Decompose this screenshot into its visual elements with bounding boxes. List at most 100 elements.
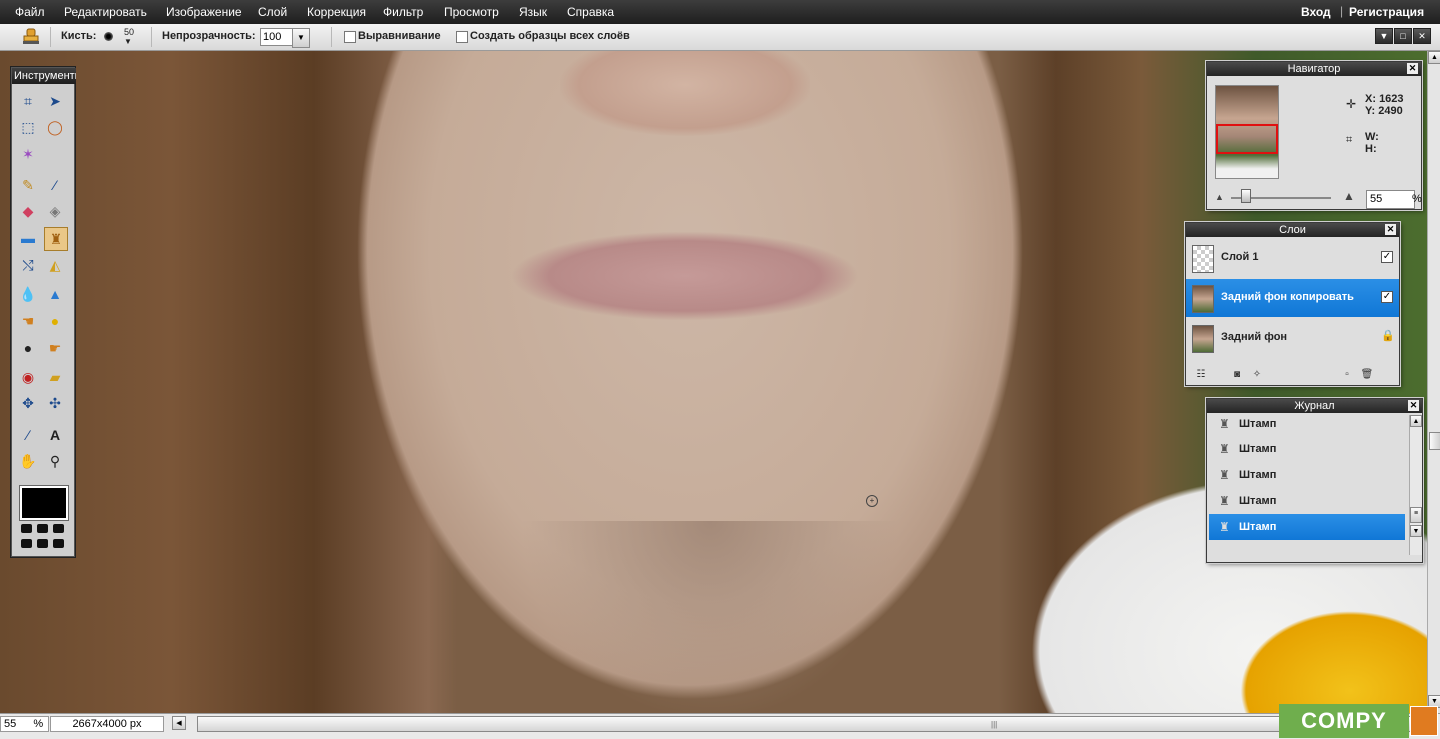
maximize-icon: □: [1400, 31, 1406, 41]
canvas-vertical-scrollbar[interactable]: ▲ ▼: [1427, 51, 1440, 713]
smudge-icon[interactable]: ☚: [17, 310, 39, 332]
sponge-icon[interactable]: ●: [44, 310, 66, 332]
red-eye-icon[interactable]: ◉: [17, 366, 39, 388]
layer-mask-icon[interactable]: ◙: [1230, 369, 1244, 381]
close-icon[interactable]: ✕: [1408, 400, 1419, 411]
brush-preview[interactable]: [104, 32, 113, 41]
clone-stamp-icon[interactable]: ♜: [44, 227, 68, 251]
menu-file[interactable]: Файл: [15, 5, 45, 19]
status-zoom[interactable]: 55 %: [0, 716, 49, 732]
dodge-icon[interactable]: ●: [17, 337, 39, 359]
menu-layer[interactable]: Слой: [258, 5, 287, 19]
history-scrollbar[interactable]: ▲ ≡ ▼: [1409, 415, 1422, 555]
swatch-preset[interactable]: [37, 524, 48, 533]
maximize-button[interactable]: □: [1394, 28, 1412, 44]
scroll-up-button[interactable]: ▲: [1428, 51, 1440, 64]
scroll-down-button[interactable]: ▼: [1410, 525, 1422, 537]
zoom-input[interactable]: 55: [1366, 190, 1415, 209]
spot-heal-icon[interactable]: ▰: [44, 366, 66, 388]
lasso-icon[interactable]: ◯: [44, 116, 66, 138]
magic-wand-icon[interactable]: ✶: [17, 143, 39, 165]
stamp-icon: ♜: [1219, 494, 1230, 508]
layer-row[interactable]: Слой 1 ✓: [1186, 239, 1399, 277]
swatch-preset[interactable]: [53, 539, 64, 548]
layer-thumbnail: [1192, 325, 1214, 353]
history-item[interactable]: ♜ Штамп: [1209, 514, 1405, 540]
bucket-icon[interactable]: ◈: [44, 200, 66, 222]
hand-icon[interactable]: ✋: [17, 450, 39, 472]
align-checkbox[interactable]: [344, 31, 356, 43]
menu-edit[interactable]: Редактировать: [64, 5, 147, 19]
burn-icon[interactable]: ☛: [44, 337, 66, 359]
sharpen-icon[interactable]: ▲: [44, 283, 66, 305]
sample-all-layers-checkbox[interactable]: [456, 31, 468, 43]
align-label: Выравнивание: [358, 30, 441, 42]
swatch-preset[interactable]: [37, 539, 48, 548]
brush-icon[interactable]: ⁄: [44, 174, 66, 196]
login-link[interactable]: Вход: [1301, 5, 1331, 19]
menu-language[interactable]: Язык: [519, 5, 547, 19]
zoom-icon[interactable]: ⚲: [44, 450, 66, 472]
minimize-button[interactable]: ▼: [1375, 28, 1393, 44]
layer-visibility-checkbox[interactable]: ✓: [1381, 291, 1393, 303]
history-item-label: Штамп: [1239, 443, 1277, 455]
canvas-horizontal-scrollbar[interactable]: |||: [197, 716, 1429, 732]
layer-row[interactable]: Задний фон копировать ✓: [1186, 279, 1399, 317]
zoom-unit: %: [1412, 193, 1422, 205]
clone-stamp-icon[interactable]: [20, 27, 42, 47]
status-zoom-value: 55: [4, 718, 17, 730]
menu-view[interactable]: Просмотр: [444, 5, 499, 19]
crop-icon[interactable]: ⌗: [17, 90, 39, 112]
eraser-icon[interactable]: ◆: [17, 200, 39, 222]
bloat-icon[interactable]: ✥: [17, 392, 39, 414]
blur-icon[interactable]: 💧: [17, 283, 39, 305]
scroll-thumb[interactable]: ≡: [1410, 507, 1422, 523]
menu-divider: |: [1340, 4, 1344, 18]
history-item[interactable]: ♜ Штамп: [1209, 488, 1405, 514]
stamp-icon: ♜: [1219, 417, 1230, 431]
close-icon[interactable]: ✕: [1407, 63, 1418, 74]
new-layer-icon[interactable]: ▫: [1340, 369, 1354, 381]
navigator-thumbnail[interactable]: [1215, 85, 1279, 179]
pinch-icon[interactable]: ✣: [44, 392, 66, 414]
chevron-down-icon[interactable]: ▼: [124, 37, 132, 46]
register-link[interactable]: Регистрация: [1349, 5, 1424, 19]
layer-visibility-checkbox[interactable]: ✓: [1381, 251, 1393, 263]
layer-settings-icon[interactable]: ☷: [1194, 369, 1208, 381]
close-icon[interactable]: ✕: [1385, 224, 1396, 235]
scroll-up-button[interactable]: ▲: [1410, 415, 1422, 427]
layer-style-icon[interactable]: ✧: [1250, 369, 1264, 381]
close-button[interactable]: ✕: [1413, 28, 1431, 44]
navigator-viewport-frame[interactable]: [1216, 124, 1278, 154]
color-replace-icon[interactable]: ⤭: [17, 254, 39, 276]
scroll-thumb[interactable]: [1429, 432, 1440, 450]
layer-row[interactable]: Задний фон 🔒: [1186, 319, 1399, 357]
history-item[interactable]: ♜ Штамп: [1209, 436, 1405, 462]
menu-adjustment[interactable]: Коррекция: [307, 5, 366, 19]
marquee-icon[interactable]: ⬚: [17, 116, 39, 138]
scroll-grip-icon[interactable]: |||: [991, 720, 997, 729]
zoom-slider-handle[interactable]: [1241, 189, 1251, 203]
gradient-icon[interactable]: ▬: [17, 227, 39, 249]
swatch-preset[interactable]: [21, 539, 32, 548]
zoom-out-icon[interactable]: ▲: [1215, 192, 1224, 202]
stamp-icon: ♜: [1219, 442, 1230, 456]
menu-help[interactable]: Справка: [567, 5, 614, 19]
draw-icon[interactable]: ◭: [44, 254, 66, 276]
menu-image[interactable]: Изображение: [166, 5, 242, 19]
color-picker-icon[interactable]: ∕: [17, 424, 39, 446]
menu-filter[interactable]: Фильтр: [383, 5, 423, 19]
move-icon[interactable]: ➤: [44, 90, 66, 112]
swatch-preset[interactable]: [21, 524, 32, 533]
opacity-dropdown-button[interactable]: ▼: [292, 28, 310, 48]
pencil-icon[interactable]: ✎: [17, 174, 39, 196]
swatch-preset[interactable]: [53, 524, 64, 533]
scroll-left-button[interactable]: ◀: [172, 716, 186, 730]
foreground-color-swatch[interactable]: [20, 486, 68, 520]
lock-icon: 🔒: [1381, 330, 1395, 342]
history-item[interactable]: ♜ Штамп: [1209, 462, 1405, 488]
trash-icon[interactable]: 🗑: [1360, 369, 1374, 381]
zoom-in-icon[interactable]: ▲: [1343, 189, 1355, 203]
type-icon[interactable]: A: [44, 424, 66, 446]
history-item[interactable]: ♜ Штамп: [1209, 411, 1405, 437]
